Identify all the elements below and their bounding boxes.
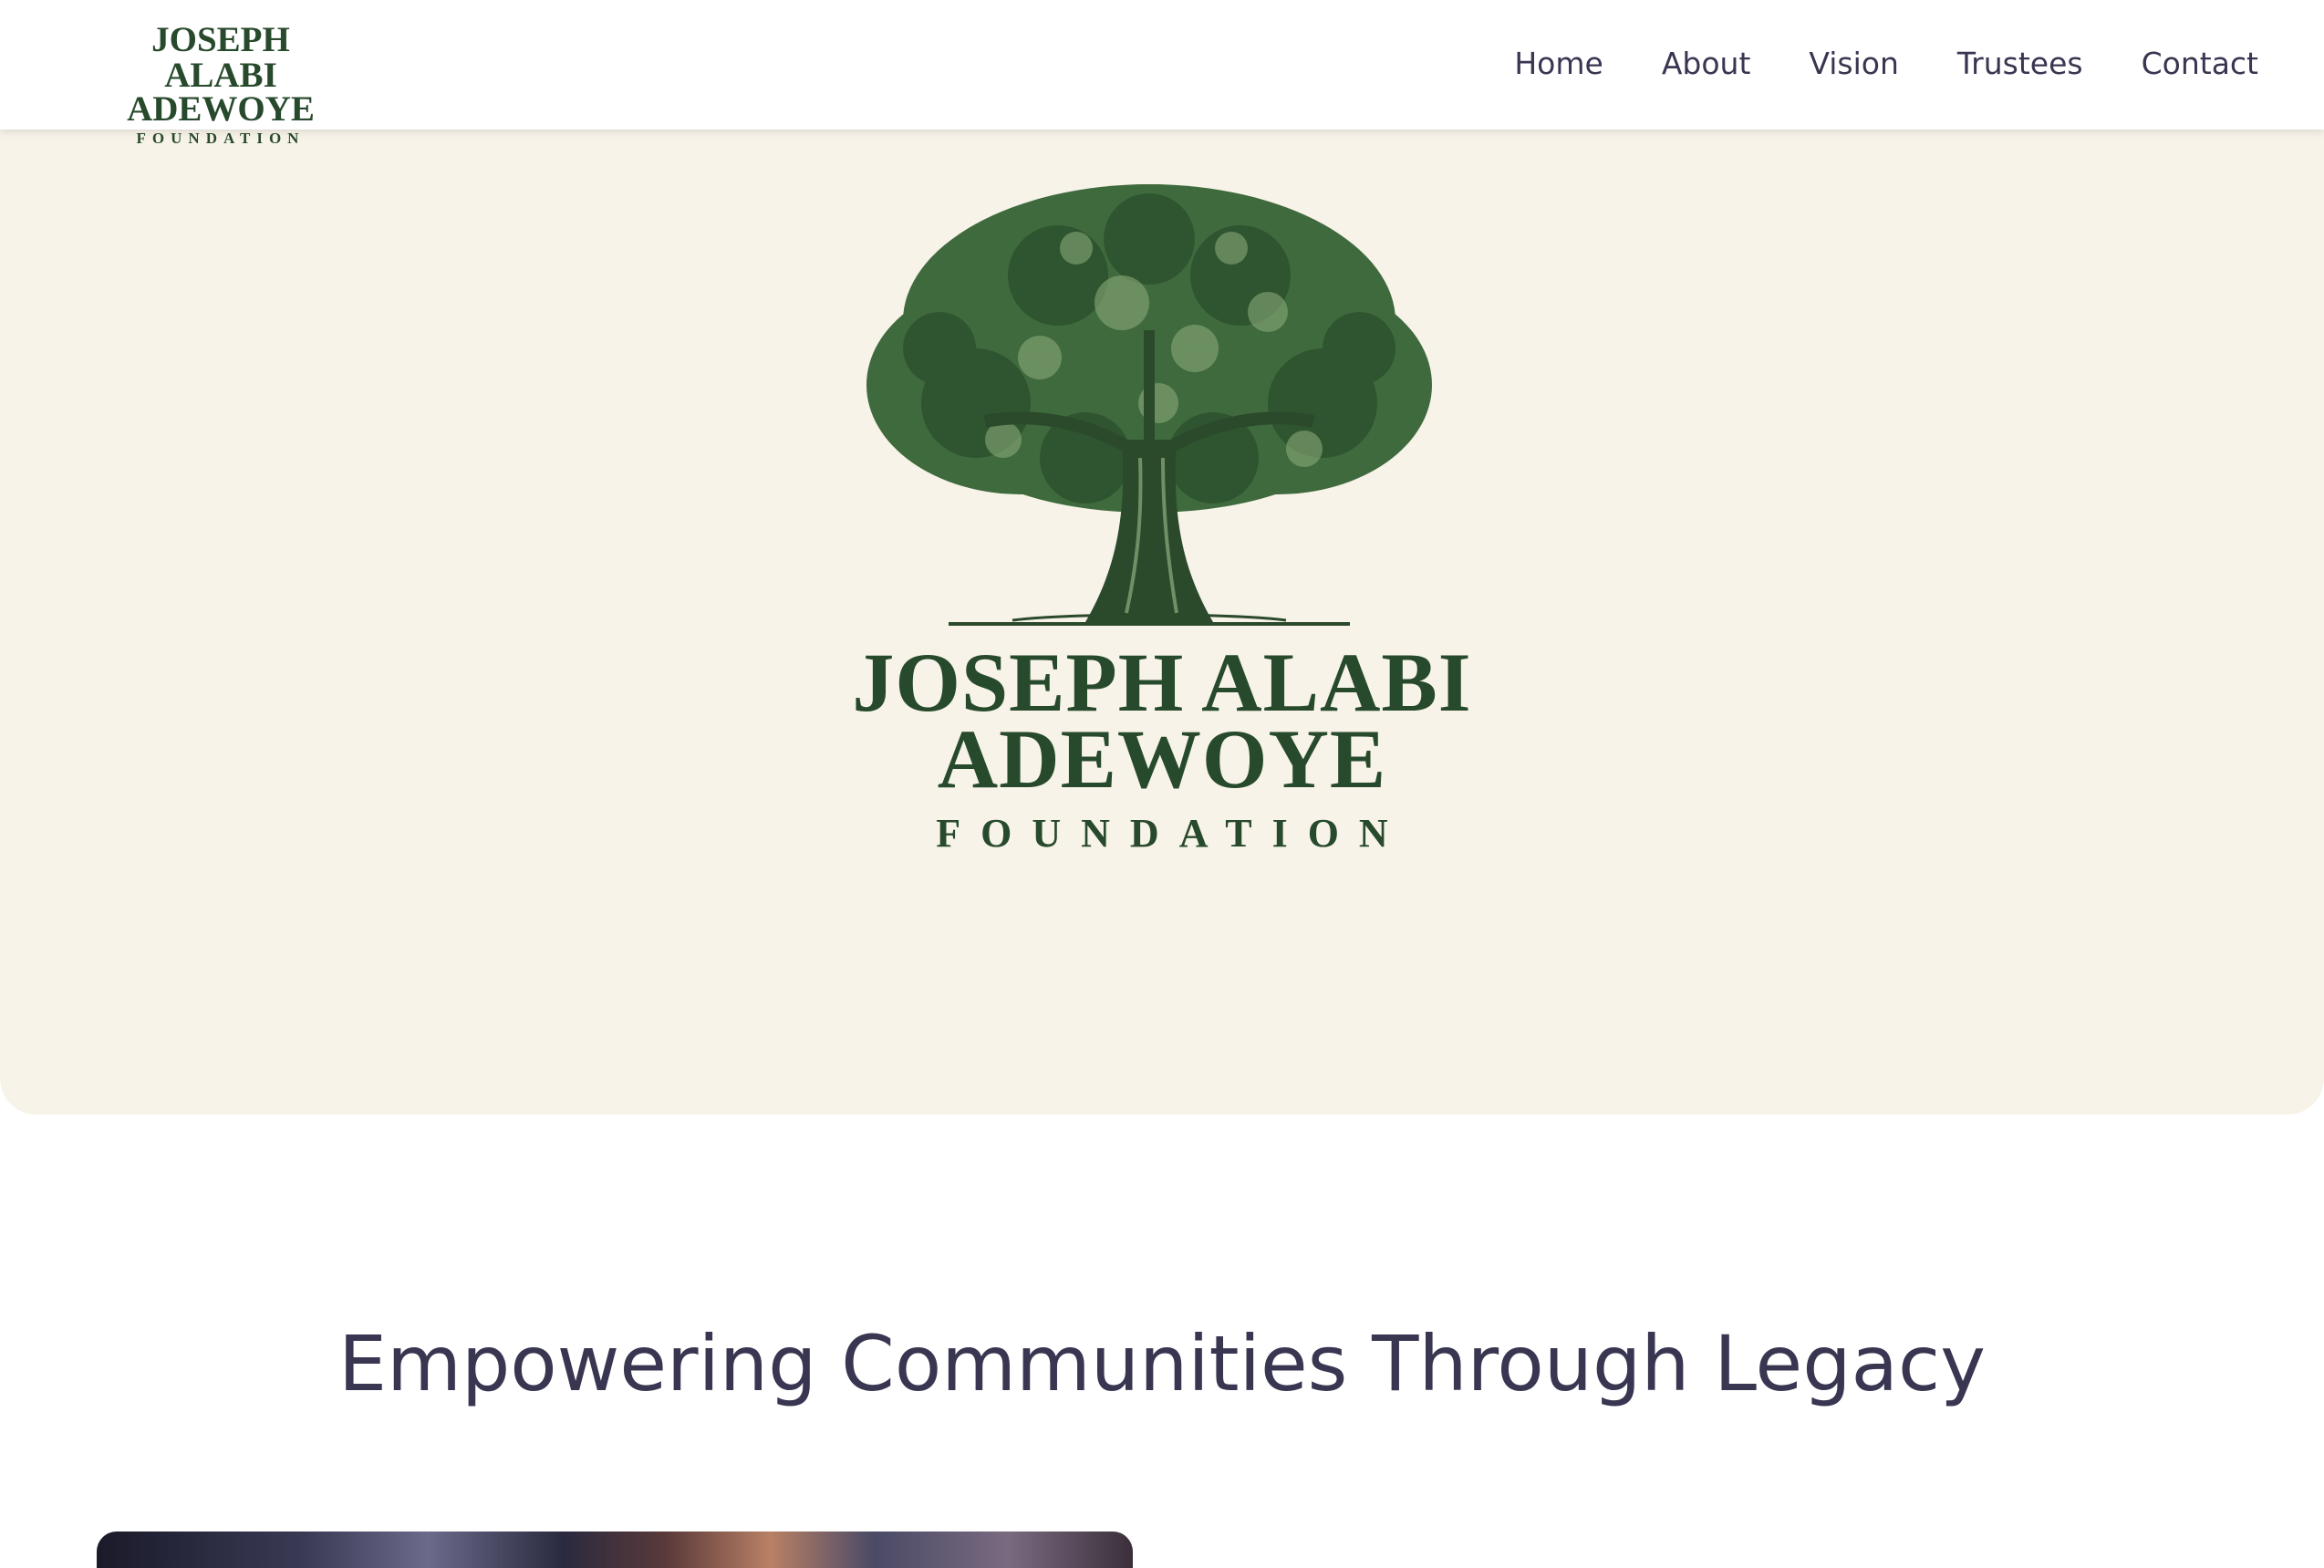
nav-home[interactable]: Home xyxy=(1514,36,1603,91)
hero-logo: JOSEPH ALABI ADEWOYE FOUNDATION xyxy=(797,640,1527,854)
oak-tree-icon xyxy=(866,184,1432,626)
nav-trustees[interactable]: Trustees xyxy=(1957,36,2083,91)
community-photo xyxy=(97,1532,1133,1568)
header-logo[interactable]: JOSEPH ALABI ADEWOYE FOUNDATION xyxy=(99,22,343,146)
nav-about[interactable]: About xyxy=(1662,36,1751,91)
hero-section: JOSEPH ALABI ADEWOYE FOUNDATION xyxy=(0,130,2324,1115)
header-logo-line1: JOSEPH ALABI xyxy=(151,20,290,95)
section-title: Empowering Communities Through Legacy xyxy=(338,1319,1986,1408)
hero-logo-line3: FOUNDATION xyxy=(936,811,1408,856)
nav-contact[interactable]: Contact xyxy=(2142,36,2258,91)
nav-vision[interactable]: Vision xyxy=(1809,36,1898,91)
header-logo-line2: ADEWOYE xyxy=(127,89,315,129)
header-logo-line3: FOUNDATION xyxy=(136,130,306,147)
site-header: JOSEPH ALABI ADEWOYE FOUNDATION Home Abo… xyxy=(0,0,2324,146)
hero-logo-line2: ADEWOYE xyxy=(937,712,1387,805)
main-nav: Home About Vision Trustees Contact xyxy=(1456,36,2258,91)
